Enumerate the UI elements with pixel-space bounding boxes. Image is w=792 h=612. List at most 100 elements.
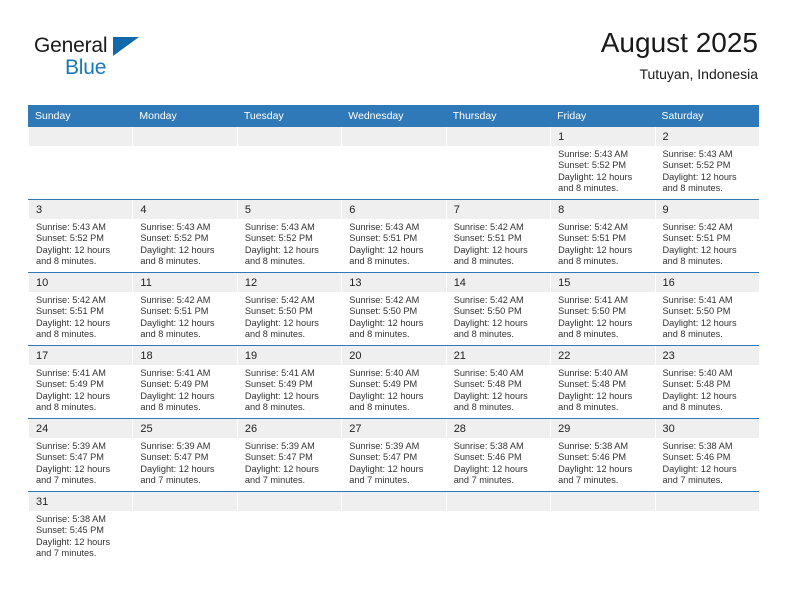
day-number bbox=[551, 492, 655, 511]
daylight-duration-line2: and 8 minutes. bbox=[349, 329, 410, 340]
day-cell-inner: 22 Sunrise: 5:40 AM Sunset: 5:48 PM Dayligh… bbox=[550, 346, 655, 418]
calendar-day-cell[interactable]: 1 Sunrise: 5:43 AM Sunset: 5:52 PM Daylight… bbox=[550, 127, 655, 200]
day-number: 9 bbox=[655, 200, 759, 219]
daylight-duration-line1: Daylight: 12 hours bbox=[36, 463, 111, 474]
calendar-day-cell[interactable]: 2 Sunrise: 5:43 AM Sunset: 5:52 PM Daylight… bbox=[654, 127, 759, 200]
sunset-time: Sunset: 5:47 PM bbox=[244, 452, 313, 463]
day-cell-inner: 10 Sunrise: 5:42 AM Sunset: 5:51 PM Dayligh… bbox=[28, 273, 133, 345]
sunset-time: Sunset: 5:52 PM bbox=[558, 160, 627, 171]
calendar-day-cell-empty bbox=[132, 491, 237, 564]
calendar-day-cell[interactable]: 4 Sunrise: 5:43 AM Sunset: 5:52 PM Daylight… bbox=[132, 199, 237, 273]
sunrise-time: Sunrise: 5:38 AM bbox=[662, 441, 733, 451]
sunset-time: Sunset: 5:46 PM bbox=[453, 452, 522, 463]
day-number: 22 bbox=[551, 346, 655, 365]
day-number: 30 bbox=[655, 419, 759, 438]
calendar-day-cell[interactable]: 17 Sunrise: 5:41 AM Sunset: 5:49 PM Dayligh… bbox=[28, 345, 133, 419]
sunrise-time: Sunrise: 5:41 AM bbox=[36, 368, 106, 378]
sunrise-time: Sunrise: 5:42 AM bbox=[453, 295, 524, 305]
calendar-day-cell[interactable]: 16 Sunrise: 5:41 AM Sunset: 5:50 PM Dayligh… bbox=[654, 272, 759, 346]
calendar-day-cell[interactable]: 8 Sunrise: 5:42 AM Sunset: 5:51 PM Daylight… bbox=[550, 199, 655, 273]
calendar-day-cell[interactable]: 14 Sunrise: 5:42 AM Sunset: 5:50 PM Dayligh… bbox=[445, 272, 551, 346]
calendar-day-cell[interactable]: 12 Sunrise: 5:42 AM Sunset: 5:50 PM Dayligh… bbox=[236, 272, 342, 346]
calendar-day-cell-empty bbox=[654, 491, 759, 564]
daylight-duration-line1: Daylight: 12 hours bbox=[662, 317, 737, 328]
calendar-day-cell-empty bbox=[28, 127, 133, 200]
calendar-day-cell[interactable]: 27 Sunrise: 5:39 AM Sunset: 5:47 PM Dayligh… bbox=[341, 418, 446, 492]
calendar-day-cell[interactable]: 13 Sunrise: 5:42 AM Sunset: 5:50 PM Dayligh… bbox=[341, 272, 446, 346]
calendar-day-cell[interactable]: 3 Sunrise: 5:43 AM Sunset: 5:52 PM Daylight… bbox=[28, 199, 133, 273]
calendar-day-cell[interactable]: 7 Sunrise: 5:42 AM Sunset: 5:51 PM Daylight… bbox=[445, 199, 551, 273]
day-cell-inner: 31 Sunrise: 5:38 AM Sunset: 5:45 PM Dayligh… bbox=[28, 492, 133, 564]
day-cell-inner: 30 Sunrise: 5:38 AM Sunset: 5:46 PM Dayligh… bbox=[654, 419, 759, 491]
daylight-duration-line2: and 7 minutes. bbox=[453, 475, 514, 486]
calendar-day-cell[interactable]: 6 Sunrise: 5:43 AM Sunset: 5:51 PM Daylight… bbox=[341, 199, 446, 273]
day-cell-inner bbox=[28, 127, 133, 199]
day-number: 28 bbox=[446, 419, 551, 438]
sun-info-block: Sunrise: 5:40 AM Sunset: 5:48 PM Daylight:… bbox=[656, 365, 759, 414]
day-number: 1 bbox=[551, 127, 655, 146]
daylight-duration-line2: and 7 minutes. bbox=[36, 548, 97, 559]
page-subtitle-location: Tutuyan, Indonesia bbox=[639, 66, 758, 82]
sun-info-block: Sunrise: 5:43 AM Sunset: 5:52 PM Daylight:… bbox=[551, 146, 654, 195]
sunrise-time: Sunrise: 5:38 AM bbox=[36, 514, 106, 524]
calendar-day-cell[interactable]: 22 Sunrise: 5:40 AM Sunset: 5:48 PM Dayligh… bbox=[550, 345, 655, 419]
day-number: 17 bbox=[29, 346, 133, 365]
sun-info-block: Sunrise: 5:43 AM Sunset: 5:51 PM Daylight:… bbox=[342, 219, 445, 268]
calendar-day-cell[interactable]: 30 Sunrise: 5:38 AM Sunset: 5:46 PM Dayligh… bbox=[654, 418, 759, 492]
sunset-time: Sunset: 5:48 PM bbox=[453, 379, 522, 390]
calendar-day-cell[interactable]: 10 Sunrise: 5:42 AM Sunset: 5:51 PM Dayligh… bbox=[28, 272, 133, 346]
calendar-day-cell[interactable]: 21 Sunrise: 5:40 AM Sunset: 5:48 PM Dayligh… bbox=[445, 345, 551, 419]
daylight-duration-line1: Daylight: 12 hours bbox=[453, 317, 528, 328]
weekday-header-tuesday: Tuesday bbox=[236, 105, 342, 127]
daylight-duration-line2: and 8 minutes. bbox=[140, 329, 201, 340]
day-cell-inner: 7 Sunrise: 5:42 AM Sunset: 5:51 PM Daylight… bbox=[445, 200, 551, 272]
day-cell-inner: 6 Sunrise: 5:43 AM Sunset: 5:51 PM Daylight… bbox=[341, 200, 446, 272]
day-number: 23 bbox=[655, 346, 759, 365]
calendar-day-cell[interactable]: 11 Sunrise: 5:42 AM Sunset: 5:51 PM Dayligh… bbox=[132, 272, 237, 346]
day-number: 18 bbox=[133, 346, 237, 365]
calendar-day-cell[interactable]: 23 Sunrise: 5:40 AM Sunset: 5:48 PM Dayligh… bbox=[654, 345, 759, 419]
calendar-day-cell[interactable]: 18 Sunrise: 5:41 AM Sunset: 5:49 PM Dayligh… bbox=[132, 345, 237, 419]
day-cell-inner: 28 Sunrise: 5:38 AM Sunset: 5:46 PM Dayligh… bbox=[445, 419, 551, 491]
calendar-day-cell[interactable]: 25 Sunrise: 5:39 AM Sunset: 5:47 PM Dayligh… bbox=[132, 418, 237, 492]
sun-info-block: Sunrise: 5:42 AM Sunset: 5:51 PM Daylight:… bbox=[133, 292, 236, 341]
weekday-header-monday: Monday bbox=[132, 105, 237, 127]
daylight-duration-line1: Daylight: 12 hours bbox=[244, 244, 319, 255]
day-number: 15 bbox=[551, 273, 655, 292]
sunrise-time: Sunrise: 5:39 AM bbox=[140, 441, 211, 451]
day-number: 20 bbox=[342, 346, 446, 365]
sunset-time: Sunset: 5:47 PM bbox=[36, 452, 104, 463]
calendar-day-cell[interactable]: 5 Sunrise: 5:43 AM Sunset: 5:52 PM Daylight… bbox=[236, 199, 342, 273]
day-number: 13 bbox=[342, 273, 446, 292]
sun-info-block: Sunrise: 5:42 AM Sunset: 5:51 PM Daylight:… bbox=[656, 219, 759, 268]
sun-info-block: Sunrise: 5:42 AM Sunset: 5:51 PM Daylight:… bbox=[29, 292, 132, 341]
daylight-duration-line1: Daylight: 12 hours bbox=[558, 463, 633, 474]
daylight-duration-line2: and 8 minutes. bbox=[36, 329, 97, 340]
calendar-day-cell[interactable]: 15 Sunrise: 5:41 AM Sunset: 5:50 PM Dayligh… bbox=[550, 272, 655, 346]
day-number bbox=[655, 492, 759, 511]
daylight-duration-line1: Daylight: 12 hours bbox=[453, 244, 528, 255]
calendar-day-cell[interactable]: 29 Sunrise: 5:38 AM Sunset: 5:46 PM Dayligh… bbox=[550, 418, 655, 492]
sunset-time: Sunset: 5:45 PM bbox=[36, 525, 104, 536]
sunset-time: Sunset: 5:51 PM bbox=[662, 233, 731, 244]
sunrise-time: Sunrise: 5:43 AM bbox=[349, 222, 420, 232]
calendar-day-cell[interactable]: 24 Sunrise: 5:39 AM Sunset: 5:47 PM Dayligh… bbox=[28, 418, 133, 492]
calendar-page: General Blue August 2025 Tutuyan, Indone… bbox=[0, 0, 792, 612]
calendar-table: Sunday Monday Tuesday Wednesday Thursday… bbox=[28, 105, 759, 564]
calendar-day-cell[interactable]: 19 Sunrise: 5:41 AM Sunset: 5:49 PM Dayligh… bbox=[236, 345, 342, 419]
calendar-day-cell[interactable]: 26 Sunrise: 5:39 AM Sunset: 5:47 PM Dayligh… bbox=[236, 418, 342, 492]
daylight-duration-line2: and 7 minutes. bbox=[558, 475, 619, 486]
daylight-duration-line2: and 8 minutes. bbox=[140, 256, 201, 267]
calendar-day-cell[interactable]: 9 Sunrise: 5:42 AM Sunset: 5:51 PM Daylight… bbox=[654, 199, 759, 273]
calendar-day-cell[interactable]: 28 Sunrise: 5:38 AM Sunset: 5:46 PM Dayligh… bbox=[445, 418, 551, 492]
day-number: 31 bbox=[29, 492, 133, 511]
sun-info-block: Sunrise: 5:41 AM Sunset: 5:49 PM Daylight:… bbox=[133, 365, 236, 414]
daylight-duration-line2: and 8 minutes. bbox=[662, 183, 723, 194]
daylight-duration-line1: Daylight: 12 hours bbox=[558, 171, 633, 182]
calendar-day-cell[interactable]: 20 Sunrise: 5:40 AM Sunset: 5:49 PM Dayligh… bbox=[341, 345, 446, 419]
calendar-day-cell[interactable]: 31 Sunrise: 5:38 AM Sunset: 5:45 PM Dayligh… bbox=[28, 491, 133, 564]
day-number: 8 bbox=[551, 200, 655, 219]
day-cell-inner: 2 Sunrise: 5:43 AM Sunset: 5:52 PM Daylight… bbox=[654, 127, 759, 199]
daylight-duration-line1: Daylight: 12 hours bbox=[453, 390, 528, 401]
day-cell-inner: 15 Sunrise: 5:41 AM Sunset: 5:50 PM Dayligh… bbox=[550, 273, 655, 345]
